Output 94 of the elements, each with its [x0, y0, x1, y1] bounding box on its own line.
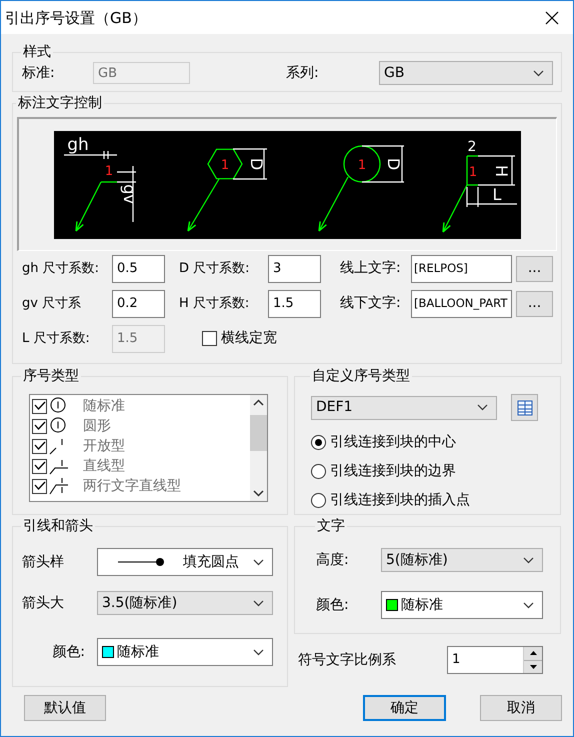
line-leader-icon	[48, 457, 70, 476]
field-label: 箭头大	[22, 594, 65, 612]
scrollbar-thumb[interactable]	[250, 415, 267, 452]
input-field[interactable]: 0.2	[112, 290, 165, 318]
field-label: 系列:	[286, 64, 320, 82]
browse-button[interactable]: ...	[516, 256, 553, 282]
field-label: 颜色:	[316, 596, 350, 614]
checkbox[interactable]	[32, 458, 47, 474]
radio-button[interactable]	[311, 493, 326, 508]
dimension-label: H	[492, 164, 511, 177]
list-item-label[interactable]: 直线型	[83, 458, 125, 475]
caret-icon	[523, 556, 534, 564]
shoulder-line	[101, 181, 117, 182]
balloon-frame	[466, 155, 478, 186]
checkbox[interactable]	[32, 418, 47, 434]
caret-icon	[253, 600, 264, 607]
list-item-label[interactable]: 圆形	[83, 418, 111, 435]
checkbox[interactable]	[32, 398, 47, 414]
hexagon-outline	[207, 148, 243, 180]
dropdown[interactable]: 填充圆点	[97, 548, 273, 576]
dropdown[interactable]: 随标准	[97, 638, 273, 666]
balloon-number: 1	[358, 158, 366, 173]
input-field[interactable]: 3	[268, 254, 321, 283]
type-dropdown[interactable]: DEF1	[311, 396, 497, 420]
table-icon	[516, 398, 534, 417]
caret-icon	[523, 602, 534, 609]
list-item-label[interactable]: 随标准	[83, 398, 125, 415]
dimension-label: L	[492, 184, 502, 204]
scrollbar[interactable]	[250, 395, 267, 502]
dimension-label: D	[384, 158, 403, 170]
dimension-line	[117, 166, 136, 222]
radio-button[interactable]	[311, 435, 326, 450]
input-field[interactable]: [BALLOON_PART	[411, 290, 512, 318]
group-title: 引线和箭头	[22, 519, 94, 534]
dialog-button[interactable]: 确定	[363, 695, 446, 721]
dimension-label: gv	[120, 184, 139, 204]
leader-arrow	[75, 182, 102, 232]
series-dropdown[interactable]: GB	[379, 61, 553, 86]
checkbox-label: 横线定宽	[221, 330, 277, 348]
leader-arrow	[442, 184, 468, 233]
dropdown[interactable]: 3.5(随标准)	[97, 591, 273, 616]
input-field[interactable]: 0.5	[112, 254, 165, 283]
field-label: gv 尺寸系	[22, 296, 82, 312]
field-label: 箭头样	[22, 554, 65, 571]
radio-label: 引线连接到块的插入点	[330, 492, 470, 510]
group-title: 标注文字控制	[17, 96, 103, 112]
group-title: 文字	[316, 519, 346, 534]
balloon-number: 1	[220, 158, 230, 173]
radio-label: 引线连接到块的中心	[330, 434, 456, 452]
field-label: L 尺寸系数:	[22, 331, 91, 347]
dimension-label: D	[247, 158, 266, 170]
balloon-number: 1	[468, 164, 478, 180]
checkbox[interactable]	[32, 478, 47, 494]
leader-arrow	[187, 178, 220, 232]
dimension-label: gh	[67, 134, 89, 155]
close-icon[interactable]	[545, 10, 559, 24]
caret-icon	[533, 70, 544, 77]
two-line-leader-icon	[48, 477, 70, 496]
checkbox[interactable]	[202, 331, 217, 346]
table-button[interactable]	[511, 394, 538, 422]
dimension-line	[233, 148, 267, 180]
list-item-label[interactable]: 两行文字直线型	[83, 478, 181, 495]
caret-icon	[253, 648, 264, 656]
field-label: 符号文字比例系	[298, 652, 397, 668]
field-label: 高度:	[316, 552, 350, 569]
radio-label: 引线连接到块的边界	[330, 463, 456, 480]
field-label: 标准:	[22, 64, 56, 82]
dot-arrowhead-icon	[118, 557, 166, 568]
browse-button[interactable]: ...	[516, 290, 553, 317]
caret-icon	[253, 558, 264, 566]
dropdown[interactable]: 随标准	[381, 591, 543, 620]
field-label: gh 尺寸系数:	[22, 261, 100, 277]
group-title: 序号类型	[22, 369, 80, 384]
group-title: 自定义序号类型	[311, 369, 411, 384]
input-field[interactable]: [RELPOS]	[411, 254, 512, 283]
window-title: 引出序号设置（GB）	[5, 8, 147, 26]
input-field[interactable]: 1.5	[268, 290, 321, 318]
checkbox[interactable]	[32, 438, 47, 454]
field-label: 线下文字:	[340, 295, 402, 312]
group-title: 样式	[22, 45, 52, 60]
dialog-button[interactable]: 取消	[480, 695, 562, 721]
radio-button[interactable]	[311, 464, 326, 480]
field-label: 线上文字:	[340, 260, 402, 278]
leader-arrow	[318, 176, 349, 232]
field-label: H 尺寸系数:	[179, 296, 250, 312]
dialog-button[interactable]: 默认值	[24, 695, 106, 721]
field-label: 颜色:	[51, 644, 86, 661]
field-label: D 尺寸系数:	[179, 261, 251, 277]
list-item-label[interactable]: 开放型	[83, 438, 125, 455]
balloon-number: 1	[104, 164, 114, 179]
dimension-label: 2	[468, 138, 476, 155]
dropdown[interactable]: 5(随标准)	[381, 548, 543, 572]
caret-icon	[477, 404, 488, 412]
circle-outline	[343, 145, 381, 182]
